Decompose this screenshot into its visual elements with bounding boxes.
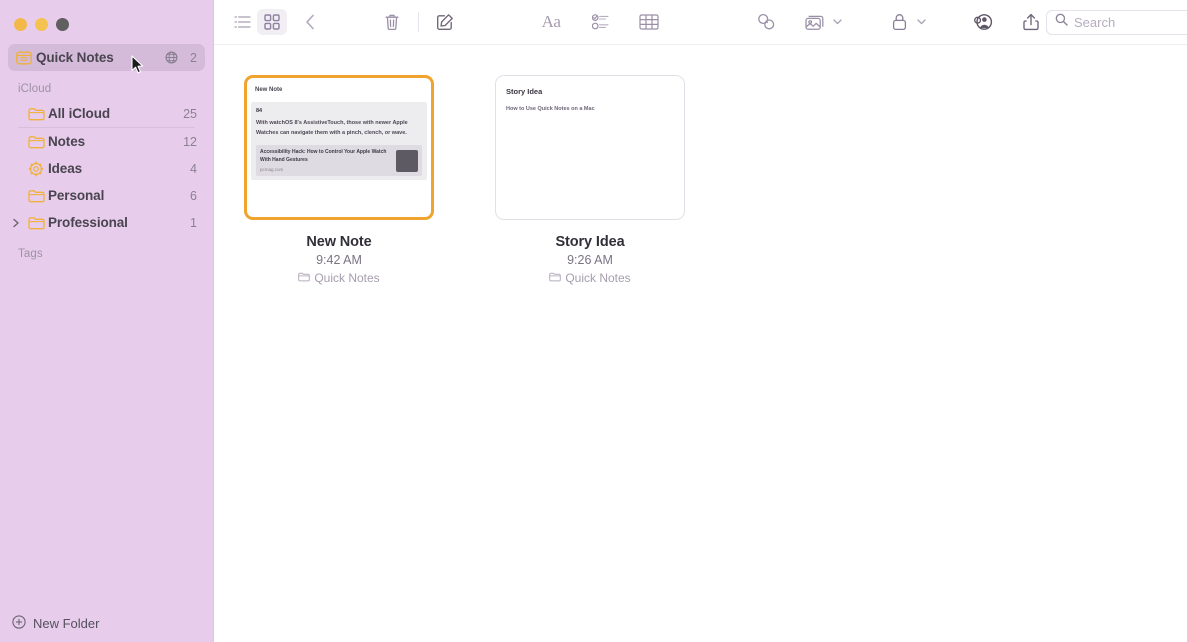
sidebar-item-count: 4 [190, 161, 197, 176]
search-icon [1055, 13, 1068, 31]
note-preview-block: 84 With watchOS 8's AssistiveTouch, thos… [251, 102, 427, 181]
folder-icon [28, 216, 48, 230]
sidebar-item-label: Professional [48, 215, 128, 230]
search-field[interactable]: Search [1046, 9, 1187, 35]
note-thumbnail[interactable]: New Note 84 With watchOS 8's AssistiveTo… [244, 75, 434, 220]
note-card-meta: Story Idea 9:26 AM Quick Notes [495, 234, 685, 285]
note-folder-label: Quick Notes [314, 271, 380, 285]
list-view-button[interactable] [227, 9, 257, 35]
sidebar-item-notes[interactable]: Notes 12 [8, 128, 205, 155]
note-folder-label: Quick Notes [565, 271, 631, 285]
link-button[interactable] [752, 9, 782, 35]
toolbar-divider [418, 12, 419, 32]
sidebar-item-all-icloud[interactable]: All iCloud 25 [8, 100, 205, 127]
main-area: Aa Search New Note 84 With watchOS 8's A… [214, 0, 1187, 642]
delete-note-button[interactable] [377, 9, 407, 35]
note-preview-body: With watchOS 8's AssistiveTouch, those w… [256, 120, 408, 136]
note-card[interactable]: New Note 84 With watchOS 8's AssistiveTo… [244, 75, 434, 285]
shared-globe-icon [162, 51, 180, 64]
search-placeholder: Search [1074, 14, 1116, 30]
smart-folder-icon [28, 161, 48, 177]
collaborate-button[interactable] [968, 9, 998, 35]
sidebar-item-label: All iCloud [48, 106, 110, 121]
sidebar-list: Quick Notes 2 iCloud All iCloud 25 Notes… [0, 34, 213, 265]
new-folder-button[interactable]: New Folder [0, 604, 213, 642]
sidebar: Quick Notes 2 iCloud All iCloud 25 Notes… [0, 0, 214, 642]
note-preview-heading: New Note [255, 87, 283, 93]
note-time: 9:42 AM [316, 253, 362, 267]
sidebar-item-count: 1 [190, 215, 197, 230]
notes-grid: New Note 84 With watchOS 8's AssistiveTo… [214, 45, 1187, 285]
folder-icon [28, 107, 48, 121]
lock-chevron-down-icon[interactable] [914, 19, 928, 25]
folder-small-icon [549, 271, 562, 285]
sidebar-item-ideas[interactable]: Ideas 4 [8, 155, 205, 182]
folder-icon [28, 189, 48, 203]
note-title: New Note [306, 234, 372, 250]
back-button[interactable] [295, 9, 325, 35]
minimize-button[interactable] [35, 17, 48, 31]
note-time: 9:26 AM [567, 253, 613, 267]
checklist-button[interactable] [586, 9, 616, 35]
sidebar-item-personal[interactable]: Personal 6 [8, 182, 205, 209]
close-button[interactable] [14, 17, 27, 31]
link-preview-thumbnail [396, 149, 418, 172]
sidebar-item-quick-notes[interactable]: Quick Notes 2 [8, 44, 205, 71]
sidebar-section-icloud-label: iCloud [18, 83, 52, 95]
media-chevron-down-icon[interactable] [830, 19, 844, 25]
link-preview-domain: pcmag.com [260, 167, 284, 173]
share-button[interactable] [1016, 9, 1046, 35]
folder-icon [28, 135, 48, 149]
link-preview-title: Accessibility Hack: How to Control Your … [260, 149, 387, 163]
note-preview-heading: Story Idea [506, 87, 543, 96]
lock-button[interactable] [884, 9, 914, 35]
note-thumbnail[interactable]: Story Idea How to Use Quick Notes on a M… [495, 75, 685, 220]
note-folder: Quick Notes [495, 271, 685, 285]
traffic-lights [0, 0, 213, 34]
note-link-preview: Accessibility Hack: How to Control Your … [256, 145, 422, 177]
table-button[interactable] [634, 9, 664, 35]
note-folder: Quick Notes [244, 271, 434, 285]
folder-small-icon [298, 271, 311, 285]
note-preview-subheading: 84 [256, 108, 263, 114]
sidebar-item-label: Notes [48, 134, 86, 149]
gallery-view-button[interactable] [257, 9, 287, 35]
plus-circle-icon [12, 614, 26, 632]
sidebar-item-label: Personal [48, 188, 105, 203]
compose-note-button[interactable] [430, 9, 460, 35]
note-title: Story Idea [555, 234, 625, 250]
sidebar-item-professional[interactable]: Professional 1 [8, 209, 205, 236]
media-button[interactable] [800, 9, 830, 35]
sidebar-item-count: 25 [183, 106, 197, 121]
sidebar-item-count: 12 [183, 134, 197, 149]
zoom-button[interactable] [56, 17, 69, 31]
disclosure-chevron-icon[interactable] [10, 217, 22, 229]
format-button[interactable]: Aa [534, 9, 568, 35]
note-preview-body: How to Use Quick Notes on a Mac [506, 106, 595, 112]
sidebar-item-count: 6 [190, 188, 197, 203]
new-folder-label: New Folder [33, 615, 100, 631]
note-card-meta: New Note 9:42 AM Quick Notes [244, 234, 434, 285]
notes-window: Quick Notes 2 iCloud All iCloud 25 Notes… [0, 0, 1187, 642]
quick-notes-icon [16, 51, 36, 65]
sidebar-item-count: 2 [190, 50, 197, 65]
sidebar-section-tags-label: Tags [18, 248, 43, 260]
sidebar-item-label: Quick Notes [36, 50, 114, 65]
toolbar: Aa Search [214, 0, 1187, 45]
sidebar-item-label: Ideas [48, 161, 83, 176]
note-card[interactable]: Story Idea How to Use Quick Notes on a M… [495, 75, 685, 285]
